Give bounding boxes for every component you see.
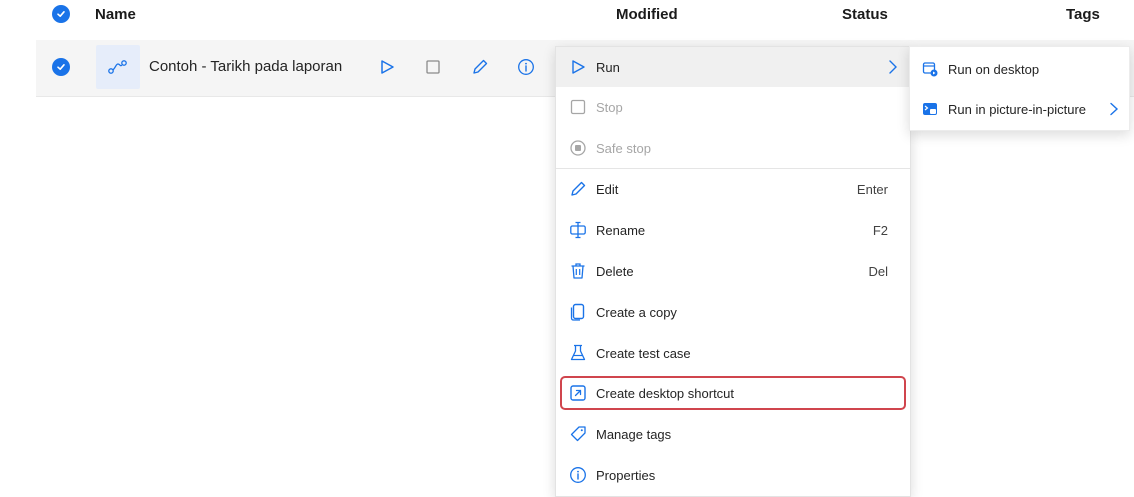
menu-item-label: Delete <box>596 263 634 279</box>
menu-item-create-desktop-shortcut[interactable]: Create desktop shortcut <box>556 373 910 413</box>
row-checkbox[interactable] <box>52 58 70 76</box>
shortcut-text: Del <box>868 263 888 279</box>
run-action-button[interactable] <box>375 55 399 79</box>
copy-icon <box>569 303 587 321</box>
menu-item-label: Stop <box>596 99 623 115</box>
menu-item-safe-stop: Safe stop <box>556 128 910 168</box>
play-icon <box>381 60 394 74</box>
flow-icon <box>96 45 140 89</box>
desktop-run-icon <box>922 61 938 77</box>
info-icon <box>569 466 587 484</box>
menu-item-create-test-case[interactable]: Create test case <box>556 333 910 373</box>
chevron-right-icon <box>886 59 900 75</box>
submenu-item-run-in-picture-in-picture[interactable]: Run in picture-in-picture <box>910 89 1129 129</box>
menu-item-manage-tags[interactable]: Manage tags <box>556 414 910 454</box>
shortcut-text: Enter <box>856 181 888 197</box>
pencil-icon <box>473 59 488 74</box>
menu-item-label: Edit <box>596 181 619 197</box>
menu-item-rename[interactable]: Rename F2 <box>556 210 910 250</box>
menu-item-run[interactable]: Run <box>556 47 910 87</box>
chevron-right-icon <box>1109 102 1119 116</box>
submenu-item-label: Run in picture-in-picture <box>948 101 1087 117</box>
edit-action-button[interactable] <box>468 55 492 79</box>
stop-icon <box>569 98 587 116</box>
stop-action-button[interactable] <box>421 55 445 79</box>
column-header-modified[interactable]: Modified <box>616 6 678 23</box>
info-action-button[interactable] <box>514 55 538 79</box>
rename-icon <box>569 221 587 239</box>
context-menu: Run Stop Safe stop Edit Enter Rename F2 … <box>555 46 911 497</box>
menu-item-stop: Stop <box>556 87 910 127</box>
menu-item-label: Rename <box>596 222 646 238</box>
menu-item-properties[interactable]: Properties <box>556 455 910 495</box>
menu-item-edit[interactable]: Edit Enter <box>556 169 910 209</box>
menu-item-delete[interactable]: Delete Del <box>556 251 910 291</box>
submenu-item-run-on-desktop[interactable]: Run on desktop <box>910 49 1129 89</box>
flask-icon <box>569 344 587 362</box>
trash-icon <box>569 262 587 280</box>
play-icon <box>569 58 587 76</box>
menu-item-label: Create a copy <box>596 304 677 320</box>
column-header-tags[interactable]: Tags <box>1066 6 1100 23</box>
submenu-item-label: Run on desktop <box>948 61 1040 77</box>
run-submenu: Run on desktop Run in picture-in-picture <box>909 46 1130 131</box>
checkmark-icon <box>57 64 65 70</box>
picture-in-picture-icon <box>922 101 938 117</box>
menu-item-create-a-copy[interactable]: Create a copy <box>556 292 910 332</box>
pencil-icon <box>569 180 587 198</box>
info-icon <box>518 59 534 75</box>
column-header-status[interactable]: Status <box>842 6 888 23</box>
shortcut-text: F2 <box>872 222 888 238</box>
menu-item-label: Create test case <box>596 345 691 361</box>
stop-icon <box>426 60 440 74</box>
flow-name[interactable]: Contoh - Tarikh pada laporan <box>149 58 342 75</box>
safe-stop-icon <box>569 139 587 157</box>
menu-item-label: Manage tags <box>596 426 672 442</box>
shortcut-icon <box>569 384 587 402</box>
column-header-name[interactable]: Name <box>95 6 136 23</box>
tag-icon <box>569 425 587 443</box>
select-all-checkbox[interactable] <box>52 5 70 23</box>
menu-item-label: Safe stop <box>596 140 651 156</box>
menu-item-label: Properties <box>596 467 656 483</box>
menu-item-label: Create desktop shortcut <box>596 385 735 401</box>
menu-item-label: Run <box>596 59 620 75</box>
checkmark-icon <box>57 11 65 17</box>
